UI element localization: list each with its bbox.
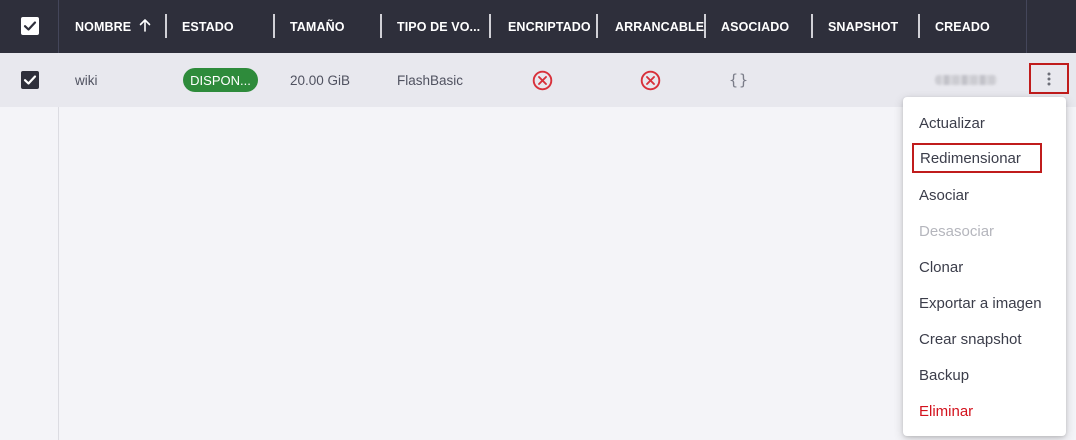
column-header-label: ARRANCABLE [615, 19, 705, 34]
column-header-snapshot[interactable]: SNAPSHOT [828, 0, 898, 53]
column-header-label: SNAPSHOT [828, 19, 899, 34]
column-header-label: ASOCIADO [721, 19, 790, 34]
menu-item-redimensionar[interactable]: Redimensionar [912, 143, 1042, 173]
attached-value: {} [729, 71, 750, 89]
menu-item-crear-snapshot[interactable]: Crear snapshot [919, 324, 1022, 354]
row-actions-menu: Actualizar Redimensionar Asociar Desasoc… [903, 97, 1066, 436]
column-divider [58, 0, 59, 53]
created-date-redacted [935, 75, 997, 85]
column-separator[interactable] [596, 14, 598, 38]
cell-encriptado [532, 53, 553, 107]
cell-tipo: FlashBasic [397, 53, 463, 107]
cell-nombre[interactable]: wiki [75, 53, 98, 107]
volume-list-page: NOMBRE ESTADO TAMAÑO TIPO DE VO... ENCRI… [0, 0, 1076, 440]
volume-type: FlashBasic [397, 72, 464, 88]
column-header-estado[interactable]: ESTADO [182, 0, 234, 53]
check-icon [23, 75, 37, 85]
menu-item-exportar-imagen[interactable]: Exportar a imagen [919, 288, 1042, 318]
column-separator[interactable] [165, 14, 167, 38]
column-header-nombre[interactable]: NOMBRE [75, 0, 151, 53]
cell-tamano: 20.00 GiB [290, 53, 350, 107]
cell-arrancable [640, 53, 661, 107]
column-divider [58, 107, 59, 440]
column-header-label: NOMBRE [75, 19, 132, 34]
column-header-label: TIPO DE VO... [397, 19, 481, 34]
x-circle-icon [532, 70, 553, 90]
column-separator[interactable] [489, 14, 491, 38]
menu-item-actualizar[interactable]: Actualizar [919, 108, 985, 138]
row-select-checkbox[interactable] [21, 71, 39, 89]
volume-size: 20.00 GiB [290, 72, 351, 88]
column-header-tipo[interactable]: TIPO DE VO... [397, 0, 480, 53]
column-header-encriptado[interactable]: ENCRIPTADO [508, 0, 591, 53]
x-circle-icon [640, 70, 661, 90]
table-header: NOMBRE ESTADO TAMAÑO TIPO DE VO... ENCRI… [0, 0, 1076, 53]
menu-item-eliminar[interactable]: Eliminar [919, 396, 973, 426]
column-separator[interactable] [918, 14, 920, 38]
arrow-up-icon [139, 18, 151, 35]
volume-name[interactable]: wiki [75, 73, 98, 88]
menu-item-asociar[interactable]: Asociar [919, 180, 969, 210]
column-header-asociado[interactable]: ASOCIADO [721, 0, 789, 53]
column-header-label: TAMAÑO [290, 19, 345, 34]
column-header-arrancable[interactable]: ARRANCABLE [615, 0, 704, 53]
column-header-label: CREADO [935, 19, 990, 34]
column-header-label: ENCRIPTADO [508, 19, 591, 34]
menu-item-backup[interactable]: Backup [919, 360, 969, 390]
menu-item-clonar[interactable]: Clonar [919, 252, 963, 282]
check-icon [23, 21, 37, 31]
cell-asociado: {} [729, 53, 749, 107]
cell-estado: DISPON... [183, 53, 258, 107]
column-header-label: ESTADO [182, 19, 234, 34]
more-vertical-icon [1047, 72, 1051, 85]
column-separator[interactable] [380, 14, 382, 38]
column-divider [1026, 0, 1027, 53]
column-separator[interactable] [704, 14, 706, 38]
menu-item-desasociar: Desasociar [919, 222, 995, 240]
select-all-checkbox[interactable] [21, 17, 39, 35]
status-badge: DISPON... [183, 68, 258, 92]
row-actions-button[interactable] [1029, 63, 1069, 94]
column-separator[interactable] [811, 14, 813, 38]
column-separator[interactable] [273, 14, 275, 38]
column-header-creado[interactable]: CREADO [935, 0, 990, 53]
column-header-tamano[interactable]: TAMAÑO [290, 0, 345, 53]
